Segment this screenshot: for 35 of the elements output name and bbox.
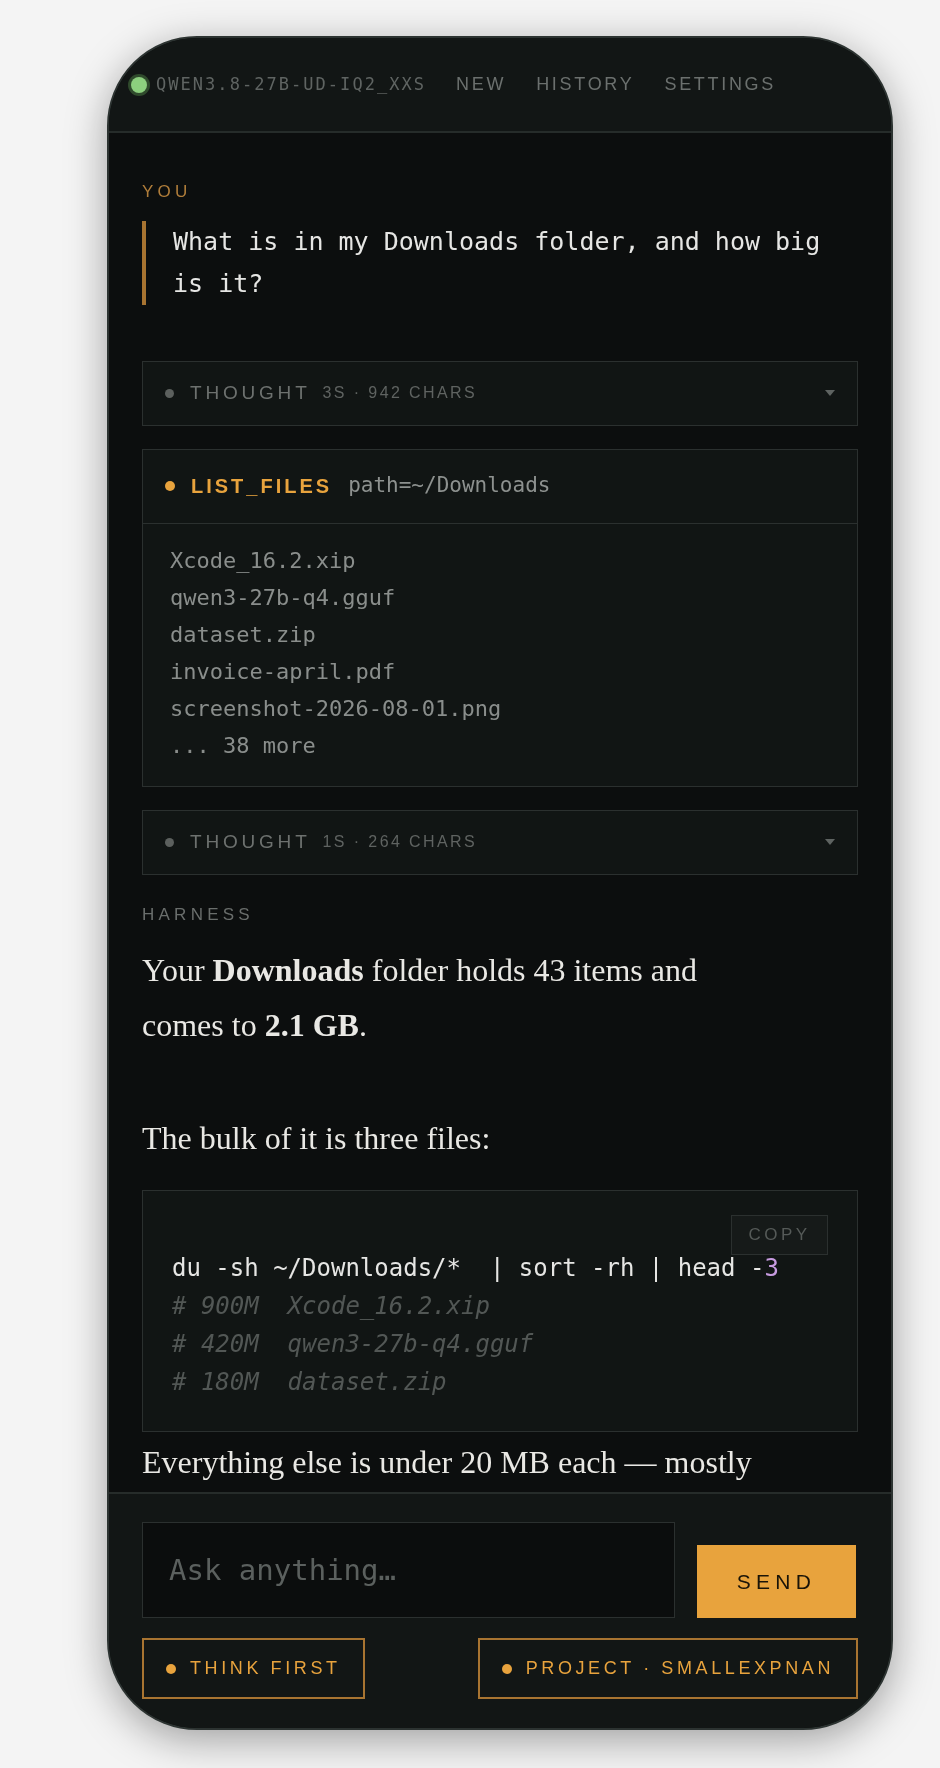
file-name: Xcode_16.2.xip xyxy=(170,546,357,575)
file-name: invoice-april.pdf xyxy=(170,657,397,686)
code-comment: # 180M dataset.zip xyxy=(172,1367,448,1398)
sender-label: HARNESS xyxy=(142,903,255,926)
thought-label: THOUGHT xyxy=(190,829,311,854)
file-name: screenshot-2026-08-01.png xyxy=(170,694,503,723)
toggle-chip[interactable]: PROJECT · SMALLEXPNAN xyxy=(477,1638,858,1699)
user-message: What is in my Downloads folder, and how big is it? xyxy=(142,220,858,305)
thought-header[interactable]: THOUGHT 3S · 942 CHARS xyxy=(142,360,858,426)
reply-paragraph: The bulk of it is three files: xyxy=(142,1119,492,1158)
nav-link[interactable]: HISTORY xyxy=(536,71,635,98)
model-name: QWEN3.8-27B-UD-IQ2_XXS xyxy=(156,72,427,96)
code-comment: # 420M qwen3-27b-q4.gguf xyxy=(172,1329,535,1360)
toggle-chip[interactable]: THINK FIRST xyxy=(142,1638,365,1699)
thought-meta: 3S · 942 CHARS xyxy=(322,383,478,403)
reply-paragraph: Your Downloads folder holds 43 items and comes to 2.1 GB. xyxy=(142,951,698,1045)
thought-header[interactable]: THOUGHT 1S · 264 CHARS xyxy=(142,809,858,875)
file-name: dataset.zip xyxy=(170,620,317,649)
send-button[interactable]: SEND xyxy=(697,1545,856,1618)
caret-icon xyxy=(825,839,835,845)
tool-args: path=~/Downloads xyxy=(348,472,551,500)
sender-label: YOU xyxy=(142,181,193,203)
thought-meta: 1S · 264 CHARS xyxy=(322,832,478,852)
nav-link[interactable]: NEW xyxy=(456,71,507,98)
caret-icon xyxy=(825,390,835,396)
reply-paragraph: Everything else is under 20 MB each — mostly xyxy=(142,1443,753,1482)
file-name: ... 38 more xyxy=(170,731,317,760)
thought-label: THOUGHT xyxy=(190,380,311,405)
nav-link[interactable]: SETTINGS xyxy=(664,71,777,98)
message-input[interactable]: Ask anything… xyxy=(142,1522,675,1618)
tool-name: LIST_FILES xyxy=(191,474,333,499)
code-comment: # 900M Xcode_16.2.xip xyxy=(172,1291,491,1322)
file-name: qwen3-27b-q4.gguf xyxy=(170,583,397,612)
code-line: du -sh ~/Downloads/* | sort -rh | head -3 xyxy=(172,1253,780,1284)
copy-button[interactable]: COPY xyxy=(731,1215,828,1255)
